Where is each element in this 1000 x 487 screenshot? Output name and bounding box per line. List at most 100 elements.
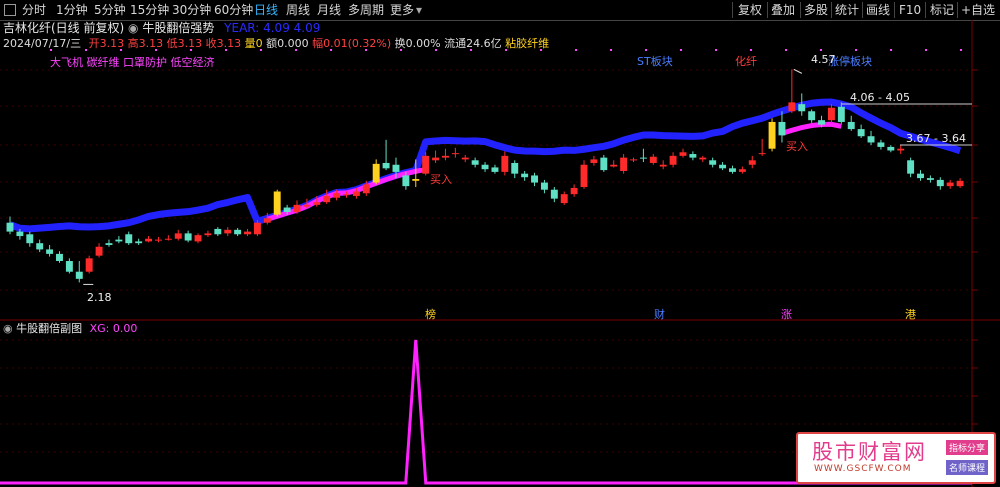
date: 2024/07/17/三	[3, 37, 82, 50]
candle	[283, 207, 291, 212]
candle	[382, 162, 390, 169]
open: 开3.13	[88, 37, 125, 50]
candle	[511, 162, 519, 174]
candle	[26, 234, 34, 244]
candle	[580, 164, 588, 188]
candle	[323, 195, 331, 203]
candle	[105, 243, 113, 245]
stock-name: 吉林化纤(日线 前复权)	[3, 21, 125, 35]
candle	[293, 204, 301, 212]
candle	[75, 271, 83, 279]
candle	[887, 146, 895, 151]
dot-marker	[925, 49, 927, 51]
candle	[95, 246, 103, 256]
candle	[154, 239, 162, 241]
candle	[827, 107, 835, 121]
range-label-2: 3.67 - 3.64	[906, 132, 966, 145]
candle	[778, 121, 786, 136]
dot-marker	[645, 49, 647, 51]
watermark-logo: 股市财富网	[812, 440, 927, 464]
low: 低3.13	[166, 37, 203, 50]
candle	[907, 160, 915, 174]
watermark-tag-course: 名师课程	[945, 460, 988, 475]
chem-block-label: 化纤	[735, 55, 757, 68]
candle	[689, 154, 697, 158]
candle	[620, 157, 628, 171]
candle	[610, 164, 618, 167]
amount: 额0.000	[266, 37, 309, 50]
marker-cai[interactable]: 财	[654, 308, 665, 321]
candle	[253, 222, 261, 235]
candle	[540, 182, 548, 190]
candle	[362, 184, 370, 194]
candle	[422, 155, 430, 174]
candle	[808, 111, 816, 121]
candle	[442, 155, 449, 158]
marker-gang[interactable]: 港	[905, 308, 916, 321]
candle	[471, 160, 479, 165]
watermark-tag-share: 指标分享	[945, 440, 988, 455]
candle	[926, 178, 934, 180]
candle	[738, 169, 746, 172]
indicator-dropdown-icon[interactable]: ◉	[128, 21, 142, 35]
buy-signal-label: 买入	[786, 140, 808, 153]
dot-marker	[680, 49, 682, 51]
indicator-name[interactable]: 牛股翻倍强势	[142, 21, 214, 35]
candle	[560, 194, 568, 204]
range-label-1: 4.06 - 4.05	[850, 91, 910, 104]
candle	[630, 159, 637, 161]
change: 幅0.01(0.32%)	[312, 37, 392, 50]
candle	[16, 231, 24, 237]
candle	[313, 202, 321, 205]
candle	[877, 142, 885, 147]
candle	[56, 253, 63, 262]
watermark: 股市财富网 WWW.GSCFW.COM 指标分享 名师课程	[796, 432, 996, 484]
candle	[135, 241, 143, 244]
candle	[956, 180, 964, 187]
candle	[36, 243, 44, 250]
candle	[729, 168, 736, 172]
candle	[857, 129, 865, 137]
dot-marker	[750, 49, 752, 51]
dot-marker	[575, 49, 577, 51]
candle	[709, 160, 717, 165]
candle	[501, 155, 509, 172]
candle	[798, 104, 806, 112]
indicator-values: YEAR: 4.09 4.09	[224, 21, 321, 35]
kline-chart[interactable]	[0, 0, 1000, 487]
float-shares: 流通24.6亿	[444, 37, 502, 50]
candle	[184, 233, 192, 241]
subchart-name[interactable]: 牛股翻倍副图	[16, 322, 82, 335]
candle	[224, 229, 232, 234]
candle	[639, 157, 647, 159]
candle	[649, 156, 657, 163]
candle	[244, 231, 251, 235]
candle	[234, 229, 242, 235]
subchart-value: XG: 0.00	[89, 322, 138, 335]
candle	[679, 152, 687, 156]
concept-tags: 大飞机 碳纤维 口罩防护 低空经济	[50, 56, 215, 69]
dot-marker	[890, 49, 892, 51]
candle	[847, 121, 855, 130]
watermark-url: WWW.GSCFW.COM	[814, 464, 912, 474]
dot-marker	[855, 49, 857, 51]
candle	[273, 191, 281, 215]
candle	[6, 222, 14, 232]
candle	[768, 121, 776, 149]
chart-title: 吉林化纤(日线 前复权) ◉ 牛股翻倍强势 YEAR: 4.09 4.09	[3, 21, 320, 36]
marker-zhang[interactable]: 涨	[781, 308, 792, 321]
candle	[451, 153, 459, 155]
close: 收3.13	[205, 37, 242, 50]
candle	[550, 189, 558, 199]
subchart-title: ◉ 牛股翻倍副图 XG: 0.00	[3, 322, 137, 336]
candle	[303, 204, 311, 207]
candle	[432, 157, 440, 161]
candle	[214, 228, 222, 235]
subchart-dropdown-icon[interactable]: ◉	[3, 322, 16, 335]
st-block-label: ST板块	[637, 55, 673, 68]
marker-bang[interactable]: 榜	[425, 308, 436, 321]
candle	[669, 155, 677, 165]
concept: 粘胶纤维	[505, 37, 550, 50]
high-pointer	[793, 68, 803, 74]
candle	[788, 102, 796, 112]
